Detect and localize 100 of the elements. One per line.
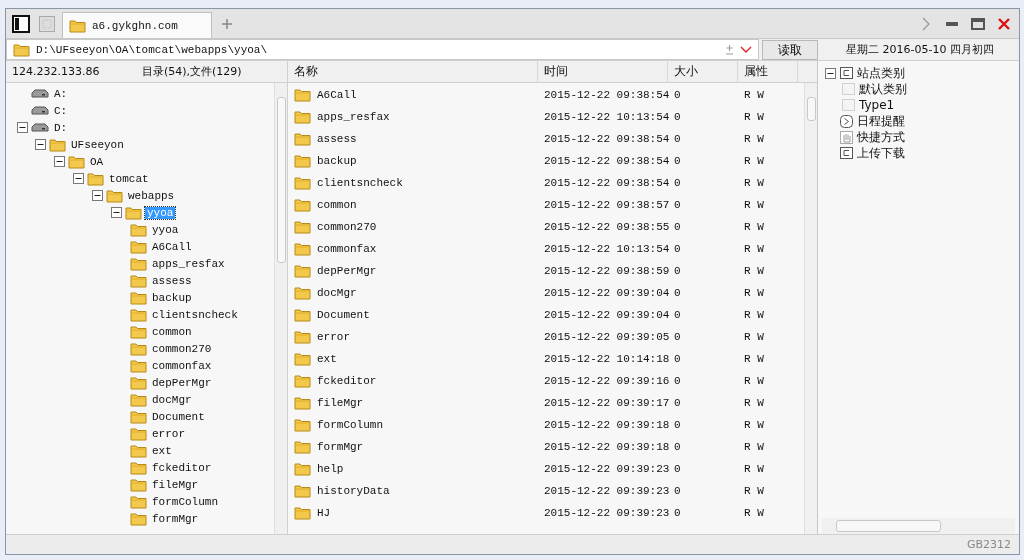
column-header[interactable]: 时间 [538,61,668,82]
folder-icon [130,426,147,441]
file-name[interactable]: backup [317,155,357,167]
folder-icon [130,307,147,322]
side-tree-item[interactable]: 站点类别 [857,64,905,82]
folder-icon [68,154,85,169]
tree-item[interactable]: backup [150,291,194,304]
side-tree-item[interactable]: 快捷方式 [857,128,905,146]
side-tree-item[interactable]: Type1 [859,98,895,112]
folder-icon [13,42,30,57]
plus-minus-icon[interactable] [725,44,734,55]
tree-item[interactable]: yyoa [150,223,181,236]
file-name[interactable]: ext [317,353,337,365]
tree-item[interactable]: ext [150,444,174,457]
tree-item[interactable]: C: [52,104,70,117]
dotted-square-icon [842,99,855,111]
collapse-toggle[interactable] [824,67,836,79]
modified-time: 2015-12-22 09:39:04 [544,309,670,321]
scrollbar[interactable] [274,83,287,534]
side-tree-item[interactable]: 默认类别 [859,80,907,98]
file-name[interactable]: error [317,331,350,343]
tree-item[interactable]: formColumn [150,495,220,508]
tree-item[interactable]: apps_resfax [150,257,227,270]
file-name[interactable]: common [317,199,357,211]
tree-item[interactable]: fckeditor [150,461,214,474]
clock-icon [840,114,853,128]
panel-icon [840,67,853,79]
file-name[interactable]: fileMgr [317,397,364,409]
column-header[interactable]: 大小 [668,61,738,82]
file-attributes: R W [744,111,764,123]
tree-item[interactable]: common [150,325,194,338]
file-name[interactable]: Document [317,309,370,321]
side-tree-item[interactable]: 上传下载 [857,144,905,162]
file-size: 0 [674,89,681,101]
collapse-toggle[interactable] [73,173,84,184]
collapse-toggle[interactable] [54,156,65,167]
folder-icon [130,443,147,458]
tree-item[interactable]: common270 [150,342,214,355]
collapse-toggle[interactable] [35,139,46,150]
file-attributes: R W [744,419,764,431]
read-button[interactable]: 读取 [762,40,818,60]
file-name[interactable]: HJ [317,507,331,519]
drive-icon [31,105,49,116]
file-name[interactable]: formColumn [317,419,383,431]
file-size: 0 [674,155,681,167]
chevron-down-icon[interactable] [740,45,752,54]
tree-item[interactable]: Document [150,410,207,423]
tree-item[interactable]: UFseeyon [69,138,126,151]
file-name[interactable]: A6Call [317,89,357,101]
modified-time: 2015-12-22 09:38:59 [544,265,670,277]
file-name[interactable]: help [317,463,344,475]
collapse-toggle[interactable] [111,207,122,218]
folder-icon [125,205,142,220]
sidebar-toggle-icon[interactable] [10,13,32,35]
tab[interactable]: a6.gykghn.com [62,12,212,38]
tree-item[interactable]: clientsncheck [150,308,240,321]
tree-item[interactable]: A: [52,87,70,100]
folder-icon [69,18,86,33]
tree-item[interactable]: tomcat [107,172,151,185]
tree-item[interactable]: OA [88,155,106,168]
file-name[interactable]: apps_resfax [317,111,390,123]
folder-icon [49,137,66,152]
folder-icon [130,392,147,407]
column-header[interactable]: 属性 [738,61,798,82]
modified-time: 2015-12-22 10:14:18 [544,353,670,365]
tree-item[interactable]: fileMgr [150,478,201,491]
file-attributes: R W [744,221,764,233]
column-header[interactable]: 名称 [288,61,538,82]
tree-item[interactable]: D: [52,121,70,134]
collapse-toggle[interactable] [16,122,28,133]
file-attributes: R W [744,353,764,365]
side-tree-item[interactable]: 日程提醒 [857,112,905,130]
tree-item[interactable]: commonfax [150,359,214,372]
file-name[interactable]: assess [317,133,357,145]
file-name[interactable]: commonfax [317,243,377,255]
tree-item[interactable]: error [150,427,187,440]
file-name[interactable]: clientsncheck [317,177,403,189]
file-name[interactable]: fckeditor [317,375,377,387]
tree-item[interactable]: formMgr [150,512,201,525]
tree-item[interactable]: webapps [126,189,177,202]
scrollbar[interactable] [822,518,1015,534]
file-size: 0 [674,177,681,189]
path-field[interactable]: D:\UFseeyon\OA\tomcat\webapps\yyoa\ [6,39,759,60]
tree-item[interactable]: docMgr [150,393,194,406]
tree-item[interactable]: A6Call [150,240,194,253]
folder-icon [294,110,311,124]
folder-icon [294,308,311,322]
file-size: 0 [674,133,681,145]
modified-time: 2015-12-22 09:39:23 [544,463,670,475]
file-name[interactable]: formMgr [317,441,364,453]
file-size: 0 [674,485,681,497]
file-name[interactable]: common270 [317,221,377,233]
scrollbar[interactable] [804,83,817,534]
tree-item[interactable]: depPerMgr [150,376,214,389]
folder-icon [294,396,311,410]
collapse-toggle[interactable] [92,190,103,201]
file-name[interactable]: docMgr [317,287,357,299]
file-name[interactable]: historyData [317,485,390,497]
tree-item[interactable]: assess [150,274,194,287]
file-name[interactable]: depPerMgr [317,265,377,277]
